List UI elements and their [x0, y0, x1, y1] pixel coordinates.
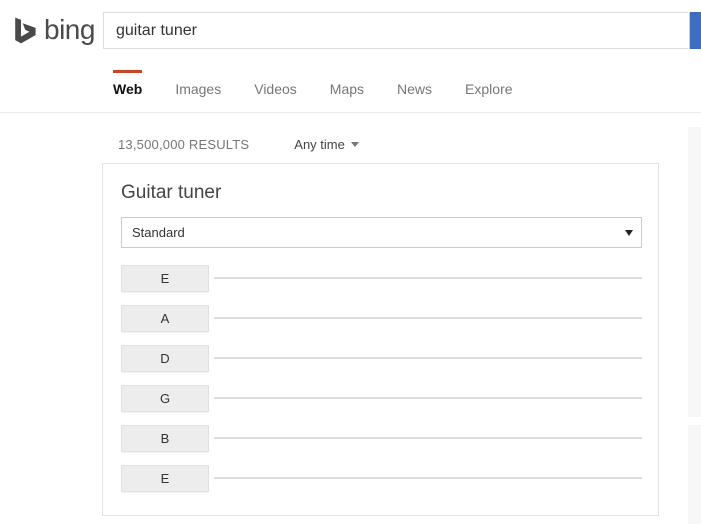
- string-note-button-3[interactable]: D: [121, 344, 209, 372]
- bing-logo[interactable]: bing: [14, 15, 95, 45]
- string-row: E: [121, 258, 642, 298]
- string-line-1[interactable]: [214, 277, 642, 279]
- string-row: D: [121, 338, 642, 378]
- guitar-tuner-card: Guitar tuner Standard E A D G B E: [102, 163, 659, 516]
- tuning-select[interactable]: Standard: [121, 217, 642, 248]
- string-row: B: [121, 418, 642, 458]
- search-form: [103, 12, 701, 49]
- search-button[interactable]: [689, 12, 701, 49]
- string-note-button-4[interactable]: G: [121, 384, 209, 412]
- chevron-down-icon: [350, 142, 359, 147]
- time-filter-dropdown[interactable]: Any time: [294, 137, 359, 152]
- right-rail-panel-secondary: [688, 425, 701, 524]
- string-note-button-5[interactable]: B: [121, 424, 209, 452]
- string-line-3[interactable]: [214, 357, 642, 359]
- string-note-button-6[interactable]: E: [121, 464, 209, 492]
- string-line-2[interactable]: [214, 317, 642, 319]
- string-line-6[interactable]: [214, 477, 642, 479]
- tab-web[interactable]: Web: [113, 70, 143, 97]
- tuning-select-wrap: Standard: [121, 217, 642, 248]
- string-row: E: [121, 458, 642, 498]
- tab-news[interactable]: News: [397, 74, 432, 97]
- search-input[interactable]: [103, 12, 688, 49]
- tab-maps[interactable]: Maps: [330, 74, 364, 97]
- string-line-4[interactable]: [214, 397, 642, 399]
- bing-swoosh-icon: [15, 17, 36, 43]
- string-note-button-1[interactable]: E: [121, 264, 209, 292]
- tab-explore[interactable]: Explore: [465, 74, 512, 97]
- tab-videos[interactable]: Videos: [254, 74, 297, 97]
- nav-tabs: Web Images Videos Maps News Explore: [113, 70, 513, 106]
- string-note-button-2[interactable]: A: [121, 304, 209, 332]
- tab-images[interactable]: Images: [175, 74, 221, 97]
- string-row: A: [121, 298, 642, 338]
- results-meta: 13,500,000 RESULTS Any time: [118, 137, 359, 152]
- time-filter-label: Any time: [294, 137, 345, 152]
- right-rail-panel: [688, 127, 701, 417]
- page-header: bing Web Images Videos Maps News Explore: [0, 0, 701, 113]
- string-row: G: [121, 378, 642, 418]
- strings-list: E A D G B E: [121, 258, 642, 498]
- results-count: 13,500,000 RESULTS: [118, 137, 250, 152]
- bing-logo-text: bing: [44, 14, 95, 45]
- string-line-5[interactable]: [214, 437, 642, 439]
- card-title: Guitar tuner: [121, 182, 222, 203]
